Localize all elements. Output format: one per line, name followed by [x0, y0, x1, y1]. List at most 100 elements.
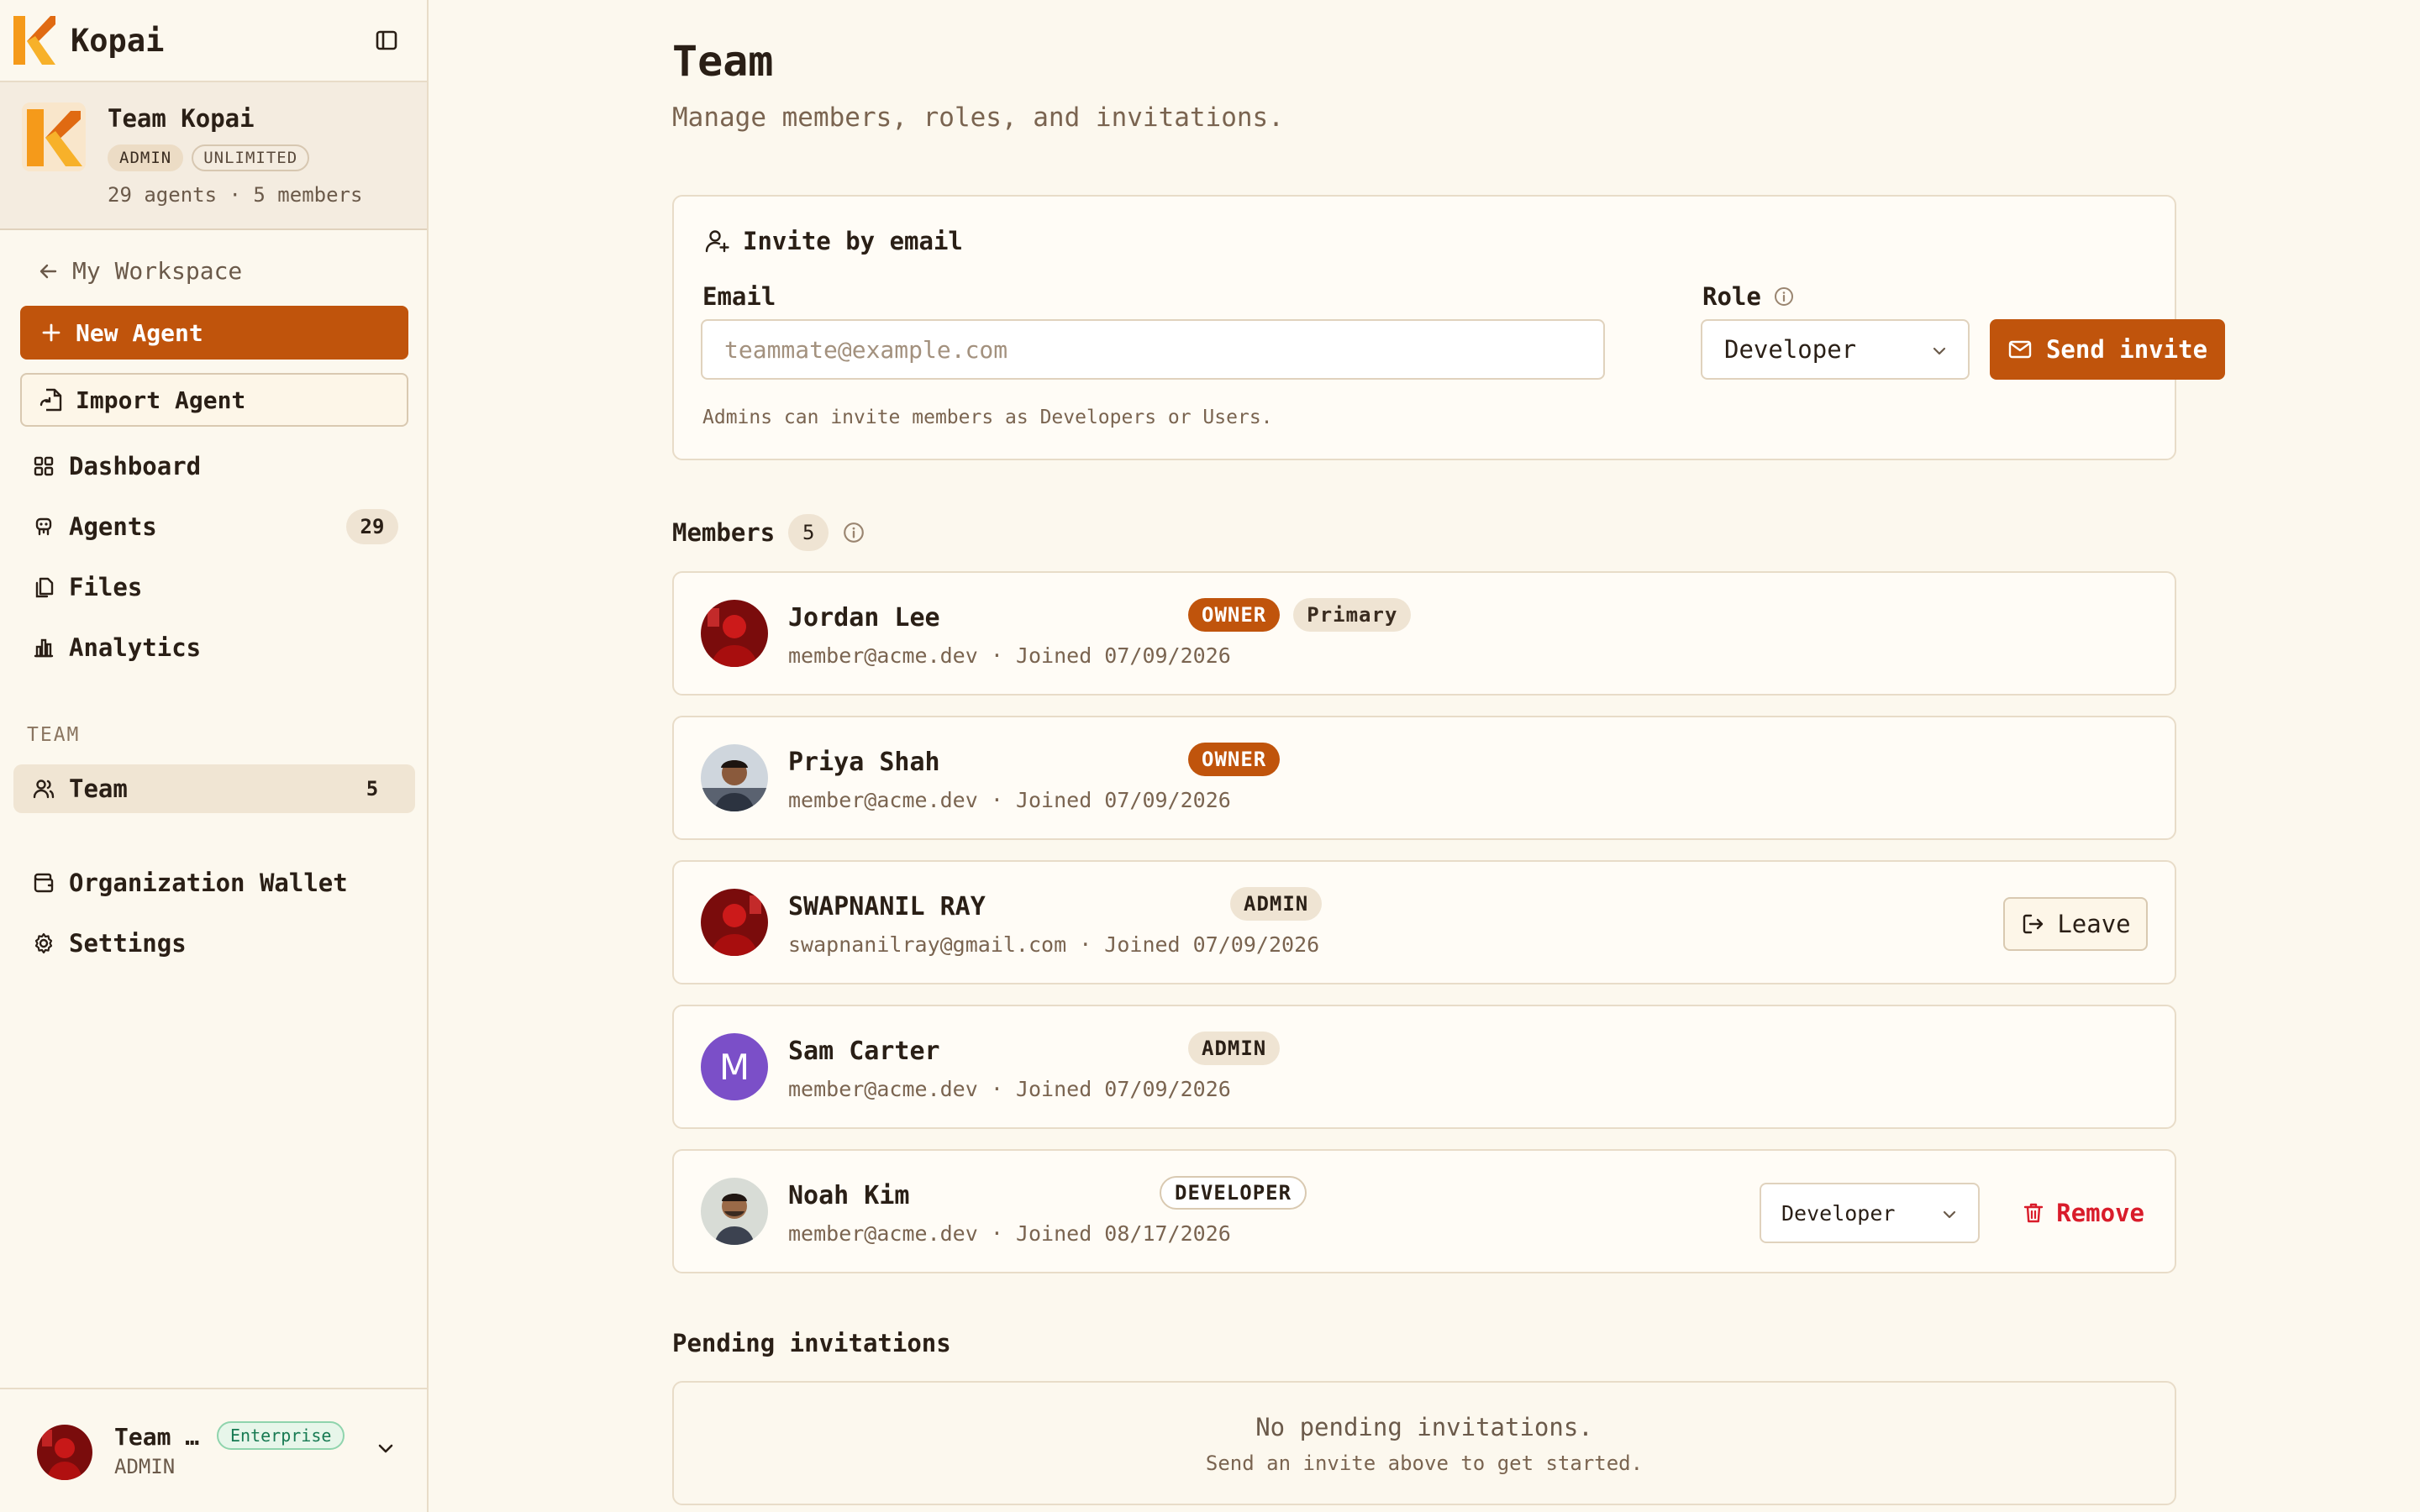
- member-email: member@acme.dev: [788, 643, 978, 668]
- info-icon[interactable]: [842, 521, 865, 544]
- team-card[interactable]: Team Kopai ADMIN UNLIMITED 29 agents · 5…: [0, 82, 427, 230]
- leave-button[interactable]: Leave: [2003, 897, 2148, 951]
- page-subtitle: Manage members, roles, and invitations.: [672, 102, 1284, 133]
- account-switcher[interactable]: Team … Enterprise ADMIN: [37, 1421, 398, 1482]
- sidebar-item-team[interactable]: Team 5: [13, 764, 415, 813]
- info-icon[interactable]: [1773, 286, 1795, 307]
- member-row: M Sam Carter ADMIN member@acme.dev · Joi…: [672, 1005, 2176, 1129]
- chevron-down-icon: [1943, 1210, 1956, 1219]
- member-badges: OWNER Primary: [1188, 598, 1412, 632]
- member-meta: member@acme.dev · Joined 07/09/2026: [788, 788, 1231, 812]
- member-meta: swapnanilray@gmail.com · Joined 07/09/20…: [788, 932, 1320, 957]
- owner-badge: OWNER: [1188, 743, 1281, 776]
- member-meta: member@acme.dev · Joined 07/09/2026: [788, 643, 1231, 668]
- logout-icon: [2023, 914, 2044, 934]
- member-joined: Joined 08/17/2026: [1015, 1221, 1231, 1246]
- sidebar-item-label: Agents: [69, 512, 157, 541]
- back-to-workspace-link[interactable]: My Workspace: [37, 257, 242, 285]
- role-select[interactable]: Developer: [1701, 319, 1970, 380]
- sidebar-item-settings[interactable]: Settings: [13, 919, 415, 968]
- wallet-icon: [34, 873, 54, 893]
- main-content: Team Manage members, roles, and invitati…: [429, 0, 2420, 1512]
- sidebar-item-agents[interactable]: Agents 29: [13, 502, 415, 551]
- avatar: [701, 1178, 768, 1245]
- app-name: Kopai: [71, 22, 165, 59]
- back-label: My Workspace: [72, 257, 243, 285]
- sidebar-item-files[interactable]: Files: [13, 563, 415, 612]
- role-label: Role: [1702, 282, 1795, 311]
- member-joined: Joined 07/09/2026: [1104, 932, 1320, 957]
- avatar: [701, 889, 768, 956]
- member-meta: member@acme.dev · Joined 08/17/2026: [788, 1221, 1231, 1246]
- brand[interactable]: Kopai: [13, 15, 417, 66]
- plus-icon: [42, 323, 60, 342]
- member-badges: OWNER: [1188, 743, 1281, 776]
- member-badges: ADMIN: [1188, 1032, 1281, 1065]
- leave-label: Leave: [2057, 910, 2131, 938]
- sidebar-item-label: Team: [69, 774, 128, 803]
- email-input[interactable]: [701, 319, 1605, 380]
- owner-badge: OWNER: [1188, 598, 1281, 632]
- sidebar-item-analytics[interactable]: Analytics: [13, 623, 415, 672]
- pending-heading: Pending invitations: [672, 1329, 951, 1357]
- members-heading: Members 5: [672, 514, 865, 551]
- pending-empty-subtitle: Send an invite above to get started.: [1205, 1452, 1644, 1475]
- sidebar-item-label: Analytics: [69, 633, 202, 662]
- chevron-down-icon: [1933, 347, 1946, 355]
- member-name: Priya Shah: [788, 748, 940, 777]
- sidebar-item-label: Dashboard: [69, 452, 202, 480]
- member-email: member@acme.dev: [788, 1077, 978, 1101]
- remove-member-button[interactable]: Remove: [2021, 1184, 2144, 1242]
- team-badges: ADMIN UNLIMITED: [108, 144, 310, 171]
- team-name: Team Kopai: [108, 104, 255, 133]
- member-role-select[interactable]: Developer: [1760, 1183, 1980, 1243]
- import-file-icon: [39, 388, 62, 412]
- invite-heading: Invite by email: [704, 227, 963, 255]
- admin-badge: ADMIN: [1230, 887, 1323, 921]
- agents-count-badge: 29: [346, 509, 398, 544]
- member-badges: ADMIN: [1230, 887, 1323, 921]
- invite-heading-label: Invite by email: [743, 227, 963, 255]
- settings-icon: [34, 932, 53, 954]
- sidebar-item-label: Organization Wallet: [69, 869, 348, 897]
- member-email: member@acme.dev: [788, 788, 978, 812]
- member-name: Jordan Lee: [788, 603, 940, 633]
- avatar: [37, 1425, 92, 1480]
- app: Kopai Team Kopai ADMIN UNLIMITED 29 agen…: [0, 0, 2420, 1512]
- new-agent-button[interactable]: New Agent: [20, 306, 408, 360]
- avatar: [701, 744, 768, 811]
- developer-badge: DEVELOPER: [1160, 1176, 1307, 1210]
- member-meta: member@acme.dev · Joined 07/09/2026: [788, 1077, 1231, 1101]
- members-count-badge: 5: [788, 514, 829, 551]
- dashboard-icon: [34, 456, 54, 476]
- invite-card: Invite by email Email Role Developer: [672, 195, 2225, 460]
- account-role: ADMIN: [114, 1455, 176, 1478]
- avatar: [701, 600, 768, 667]
- send-invite-button[interactable]: Send invite: [1990, 319, 2225, 380]
- chevron-down-icon: [378, 1444, 393, 1453]
- import-agent-label: Import Agent: [76, 386, 246, 414]
- role-label-text: Role: [1702, 282, 1761, 311]
- sidebar-toggle-icon[interactable]: [371, 25, 402, 55]
- sidebar-item-dashboard[interactable]: Dashboard: [13, 442, 415, 491]
- team-meta: 29 agents · 5 members: [108, 183, 363, 207]
- avatar-initial: M: [718, 1046, 750, 1088]
- admin-badge: ADMIN: [1188, 1032, 1281, 1065]
- invite-note: Admins can invite members as Developers …: [702, 407, 1273, 428]
- primary-badge: Primary: [1293, 598, 1412, 632]
- member-joined: Joined 07/09/2026: [1015, 1077, 1231, 1101]
- members-title: Members: [672, 518, 776, 547]
- agent-icon: [35, 517, 52, 536]
- import-agent-button[interactable]: Import Agent: [20, 373, 408, 427]
- users-icon: [33, 780, 55, 799]
- pending-invitations-card: No pending invitations. Send an invite a…: [672, 1381, 2176, 1505]
- sidebar-item-organization-wallet[interactable]: Organization Wallet: [13, 858, 415, 907]
- member-name: SWAPNANIL RAY: [788, 892, 986, 921]
- sidebar: Kopai Team Kopai ADMIN UNLIMITED 29 agen…: [0, 0, 429, 1512]
- unlimited-badge: UNLIMITED: [192, 144, 310, 171]
- send-invite-label: Send invite: [2045, 335, 2208, 364]
- member-row: Jordan Lee OWNER Primary member@acme.dev…: [672, 571, 2176, 696]
- page-title: Team: [672, 37, 774, 86]
- email-label-text: Email: [702, 282, 776, 311]
- admin-badge: ADMIN: [108, 144, 184, 171]
